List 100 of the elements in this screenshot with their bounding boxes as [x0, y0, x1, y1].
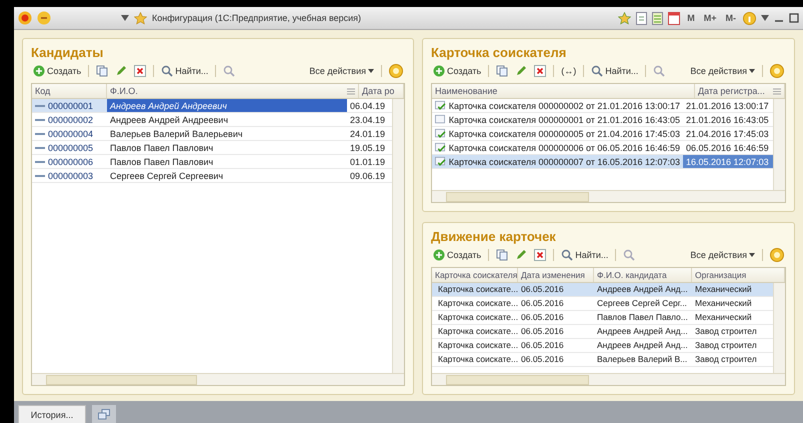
create-button[interactable]: Создать: [431, 65, 484, 77]
table-cell-text: 06.05.2016: [520, 353, 565, 366]
table-row[interactable]: 000000002 Андреев Андрей Андреевич 23.04.19: [32, 113, 392, 127]
find-button[interactable]: Найти...: [559, 248, 610, 260]
column-header[interactable]: Карточка соискателя: [432, 268, 518, 282]
memory-button[interactable]: M+: [702, 13, 718, 23]
column-header[interactable]: Дата регистра...: [695, 84, 785, 98]
column-header[interactable]: Наименование: [432, 84, 695, 98]
list-icon[interactable]: [652, 12, 664, 24]
memory-button[interactable]: M-: [724, 13, 738, 23]
history-button[interactable]: История...: [18, 405, 86, 423]
table-row[interactable]: 000000006 Павлов Павел Павлович 01.01.19: [32, 155, 392, 169]
vertical-scrollbar[interactable]: [773, 99, 785, 190]
dropdown-icon[interactable]: [761, 15, 769, 21]
table-cell-text: Валерьев Валерий Валерьевич: [109, 128, 244, 140]
column-header[interactable]: Дата ро: [359, 84, 404, 98]
caret-icon: [749, 252, 755, 256]
column-header[interactable]: Организация: [692, 268, 785, 282]
create-button[interactable]: Создать: [31, 65, 84, 77]
delete-button[interactable]: [132, 65, 148, 77]
help-icon: [389, 64, 403, 78]
table-cell-text: 23.04.19: [349, 114, 386, 126]
find-button[interactable]: Найти...: [589, 65, 640, 77]
vertical-scrollbar[interactable]: [392, 99, 404, 373]
table-cell-text: 06.05.2016: [520, 311, 565, 324]
table-cell: Карточка соискате...: [432, 352, 518, 366]
cancel-search-button[interactable]: [651, 65, 668, 77]
table-row[interactable]: Карточка соискателя 000000007 от 16.05.2016 12:07:03 16.05.2016 12:07:03: [432, 155, 773, 169]
table-row[interactable]: Карточка соискате... 06.05.2016 Андреев Андрей Анд... Механический: [432, 282, 773, 296]
info-icon[interactable]: [743, 12, 756, 24]
table-row[interactable]: Карточка соискателя 000000001 от 21.01.2016 16:43:05 21.01.2016 16:43:05: [432, 113, 773, 127]
all-actions-button[interactable]: Все действия: [307, 66, 376, 76]
help-button[interactable]: [768, 248, 786, 262]
table-row[interactable]: Карточка соискате... 06.05.2016 Валерьев Валерий В... Завод строител: [432, 352, 773, 366]
table-row[interactable]: Карточка соискате... 06.05.2016 Павлов Павел Павло... Механический: [432, 310, 773, 324]
copy-button[interactable]: [94, 65, 110, 77]
table-cell-text: Андреев Андрей Анд...: [596, 325, 689, 338]
vertical-scrollbar[interactable]: [773, 282, 785, 373]
column-header[interactable]: Ф.И.О. кандидата: [594, 268, 692, 282]
maximize-icon[interactable]: [789, 13, 799, 23]
document-icon[interactable]: [636, 12, 648, 24]
windows-button[interactable]: [92, 405, 116, 423]
find-button[interactable]: Найти...: [159, 65, 210, 77]
create-button[interactable]: Создать: [431, 248, 484, 260]
copy-button[interactable]: [494, 65, 510, 77]
star-icon[interactable]: [134, 12, 147, 24]
table-cell-text: Завод строител: [694, 339, 758, 352]
copy-button[interactable]: [494, 248, 510, 260]
table-row[interactable]: 000000004 Валерьев Валерий Валерьевич 24.01.19: [32, 127, 392, 141]
column-header[interactable]: Дата изменения: [518, 268, 594, 282]
table-cell-text: 06.05.2016: [520, 325, 565, 338]
column-header[interactable]: Код: [32, 84, 107, 98]
delete-button[interactable]: [532, 65, 548, 77]
table-row[interactable]: 000000001 Андреев Андрей Андреевич 06.04.19: [32, 99, 392, 113]
caret-icon: [368, 69, 374, 73]
horizontal-scrollbar[interactable]: [432, 190, 785, 202]
link-button[interactable]: (↔): [559, 66, 578, 76]
table-row[interactable]: 000000005 Павлов Павел Павлович 19.05.19: [32, 141, 392, 155]
add-icon: [433, 65, 445, 77]
column-header[interactable]: Ф.И.О.: [107, 84, 359, 98]
horizontal-scrollbar[interactable]: [432, 373, 785, 385]
menu-icon[interactable]: [37, 11, 51, 25]
all-actions-button[interactable]: Все действия: [688, 66, 757, 76]
table-cell: 000000003: [32, 169, 107, 182]
table-row[interactable]: Карточка соискателя 000000005 от 21.04.2016 17:45:03 21.04.2016 17:45:03: [432, 127, 773, 141]
horizontal-scrollbar[interactable]: [32, 373, 404, 385]
table-row[interactable]: Карточка соискателя 000000002 от 21.01.2016 13:00:17 21.01.2016 13:00:17: [432, 99, 773, 113]
help-button[interactable]: [387, 64, 405, 78]
cancel-search-button[interactable]: [621, 248, 638, 260]
table-cell: Карточка соискате...: [432, 282, 518, 296]
sort-icon: [347, 88, 355, 94]
dropdown-icon[interactable]: [121, 15, 129, 21]
caret-icon: [749, 69, 755, 73]
table-row[interactable]: Карточка соискате... 06.05.2016 Андреев Андрей Анд... Завод строител: [432, 338, 773, 352]
help-button[interactable]: [768, 64, 786, 78]
panel-title: Кандидаты: [31, 45, 104, 60]
table-row[interactable]: Карточка соискате... 06.05.2016 Андреев Андрей Анд... Завод строител: [432, 324, 773, 338]
table-cell: 000000001: [32, 99, 107, 112]
sort-icon: [773, 88, 781, 94]
table-row[interactable]: 000000003 Сергеев Сергей Сергеевич 09.06.19: [32, 169, 392, 183]
table-cell: Карточка соискате...: [432, 324, 518, 338]
table-cell: Карточка соискателя 000000005 от 21.04.2016 17:45:03: [432, 127, 683, 140]
help-icon: [770, 64, 784, 78]
table-cell-text: Механический: [694, 283, 753, 296]
table-cell-text: Сергеев Сергей Серг...: [596, 297, 688, 310]
table-cell-text: 21.01.2016 13:00:17: [685, 100, 770, 112]
star-icon[interactable]: [618, 12, 632, 24]
search-icon: [561, 248, 574, 260]
add-icon: [433, 248, 445, 260]
delete-button[interactable]: [532, 248, 548, 260]
delete-icon: [534, 248, 546, 260]
all-actions-button[interactable]: Все действия: [688, 250, 757, 260]
cancel-search-button[interactable]: [221, 65, 238, 77]
pencil-icon: [515, 248, 528, 260]
memory-button[interactable]: M: [685, 13, 697, 23]
table-cell-text: Павлов Павел Павло...: [596, 311, 689, 324]
table-cell-text: 06.05.2016: [520, 283, 565, 296]
table-cell: 000000002: [32, 113, 107, 126]
calendar-icon[interactable]: [668, 12, 680, 24]
table-row[interactable]: Карточка соискате... 06.05.2016 Сергеев Сергей Серг... Механический: [432, 296, 773, 310]
